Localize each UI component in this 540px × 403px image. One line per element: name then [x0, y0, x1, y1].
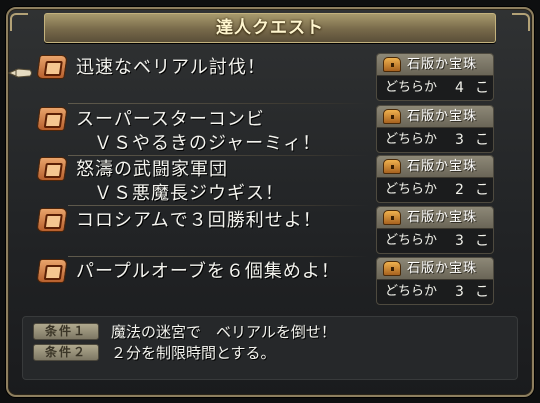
frame-corner-ornament: [512, 13, 530, 31]
quest-name: コロシアムで３回勝利せよ！: [76, 209, 366, 233]
quest-item-3[interactable]: 怒濤の武闘家軍団 ＶＳ悪魔長ジウギス！ 石版か宝珠 どちらか 2 こ: [36, 155, 498, 206]
reward-count-label: どちらか: [385, 182, 438, 197]
row-divider: [68, 103, 368, 104]
reward-count-unit: こ: [475, 80, 489, 96]
quest-name: 怒濤の武闘家軍団 ＶＳ悪魔長ジウギス！: [76, 158, 366, 206]
reward-count: どちらか 3 こ: [377, 229, 493, 253]
quest-name: スーパースターコンビ ＶＳやるきのジャーミィ！: [76, 108, 366, 156]
reward-name: 石版か宝珠: [407, 159, 478, 174]
reward-header: 石版か宝珠: [377, 207, 493, 229]
treasure-chest-icon: [383, 261, 401, 276]
quest-scroll-icon: [36, 208, 68, 232]
quest-name-line1: 迅速なベリアル討伐！: [76, 57, 266, 78]
quest-scroll-icon: [36, 259, 68, 283]
condition-text: ２分を制限時間とする。: [111, 344, 276, 362]
quest-name-line1: コロシアムで３回勝利せよ！: [76, 210, 322, 231]
reward-header: 石版か宝珠: [377, 156, 493, 178]
quest-name-line2: ＶＳ悪魔長ジウギス！: [94, 183, 284, 204]
reward-header: 石版か宝珠: [377, 258, 493, 280]
quest-name: パープルオーブを６個集めよ！: [76, 260, 366, 284]
reward-count-value: 3: [455, 233, 464, 249]
reward-box: 石版か宝珠 どちらか 3 こ: [376, 257, 494, 305]
quest-name-line2: ＶＳやるきのジャーミィ！: [94, 133, 322, 154]
reward-count-value: 3: [455, 284, 464, 300]
condition-badge: 条件１: [33, 323, 99, 340]
row-divider: [68, 256, 368, 257]
reward-count: どちらか 3 こ: [377, 280, 493, 304]
reward-count: どちらか 4 こ: [377, 76, 493, 100]
reward-count-unit: こ: [475, 233, 489, 249]
quest-scroll-icon: [36, 157, 68, 181]
reward-count-label: どちらか: [385, 80, 438, 95]
reward-name: 石版か宝珠: [407, 210, 478, 225]
reward-box: 石版か宝珠 どちらか 2 こ: [376, 155, 494, 203]
quest-name-line1: 怒濤の武闘家軍団: [76, 159, 228, 180]
condition-badge: 条件２: [33, 344, 99, 361]
quest-item-2[interactable]: スーパースターコンビ ＶＳやるきのジャーミィ！ 石版か宝珠 どちらか 3 こ: [36, 105, 498, 156]
conditions-panel: 条件１ 魔法の迷宮で ベリアルを倒せ！ 条件２ ２分を制限時間とする。: [22, 316, 518, 380]
quest-item-1[interactable]: 迅速なベリアル討伐！ 石版か宝珠 どちらか 4 こ: [36, 53, 498, 104]
reward-name: 石版か宝珠: [407, 57, 478, 72]
reward-count-unit: こ: [475, 182, 489, 198]
treasure-chest-icon: [383, 210, 401, 225]
quest-name-line1: パープルオーブを６個集めよ！: [76, 261, 340, 282]
quest-item-5[interactable]: パープルオーブを６個集めよ！ 石版か宝珠 どちらか 3 こ: [36, 257, 498, 308]
frame-corner-ornament: [10, 13, 28, 31]
reward-header: 石版か宝珠: [377, 54, 493, 76]
reward-count-value: 3: [455, 132, 464, 148]
reward-count-label: どちらか: [385, 233, 438, 248]
quest-name-line1: スーパースターコンビ: [76, 109, 265, 130]
reward-box: 石版か宝珠 どちらか 3 こ: [376, 105, 494, 153]
treasure-chest-icon: [383, 57, 401, 72]
window-title: 達人クエスト: [44, 13, 496, 43]
hand-pointer-icon: [8, 68, 32, 78]
reward-name: 石版か宝珠: [407, 109, 478, 124]
reward-count-value: 4: [455, 80, 464, 96]
condition-text: 魔法の迷宮で ベリアルを倒せ！: [111, 323, 336, 341]
reward-box: 石版か宝珠 どちらか 4 こ: [376, 53, 494, 101]
reward-count-unit: こ: [475, 284, 489, 300]
reward-count-label: どちらか: [385, 132, 438, 147]
quest-scroll-icon: [36, 107, 68, 131]
reward-count: どちらか 2 こ: [377, 178, 493, 202]
reward-name: 石版か宝珠: [407, 261, 478, 276]
reward-count: どちらか 3 こ: [377, 128, 493, 152]
quest-scroll-icon: [36, 55, 68, 79]
quest-item-4[interactable]: コロシアムで３回勝利せよ！ 石版か宝珠 どちらか 3 こ: [36, 206, 498, 257]
reward-count-value: 2: [455, 182, 464, 198]
row-divider: [68, 205, 368, 206]
quest-name: 迅速なベリアル討伐！: [76, 56, 366, 80]
treasure-chest-icon: [383, 109, 401, 124]
treasure-chest-icon: [383, 159, 401, 174]
reward-header: 石版か宝珠: [377, 106, 493, 128]
reward-count-unit: こ: [475, 132, 489, 148]
reward-count-label: どちらか: [385, 284, 438, 299]
reward-box: 石版か宝珠 どちらか 3 こ: [376, 206, 494, 254]
